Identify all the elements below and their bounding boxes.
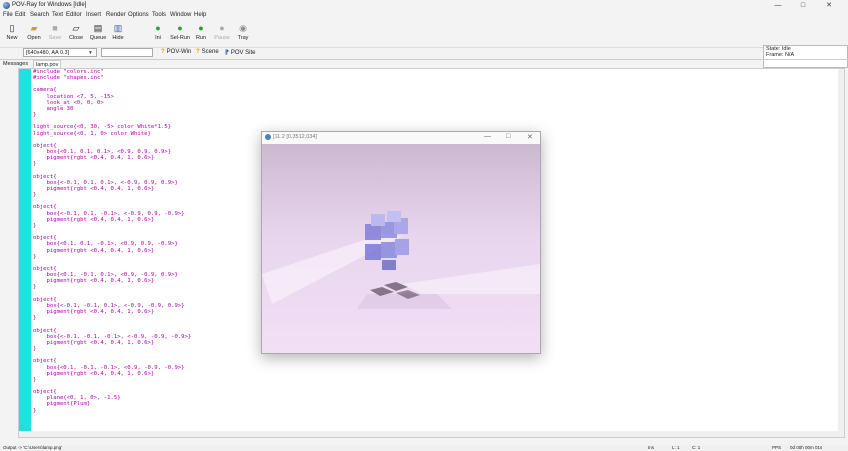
close-file-icon: ▱ bbox=[72, 23, 80, 33]
column-indicator: C: 1 bbox=[692, 445, 701, 450]
open-button[interactable]: ▰ Open bbox=[23, 23, 45, 47]
minimize-button[interactable]: — bbox=[767, 1, 789, 11]
render-preview-window[interactable]: [11.2 [0.3512.034] — □ ✕ bbox=[261, 131, 541, 354]
title-bar: POV-Ray for Windows [Idle] — □ ✕ bbox=[0, 0, 848, 11]
tray-label: Tray bbox=[237, 35, 249, 41]
tray-icon: ◉ bbox=[239, 23, 247, 33]
pov-ray-render-icon bbox=[265, 134, 271, 140]
menu-render[interactable]: Render bbox=[106, 12, 126, 18]
chevron-down-icon: ▼ bbox=[88, 50, 93, 56]
pov-win-link[interactable]: ? POV-Win bbox=[161, 49, 191, 55]
open-label: Open bbox=[27, 35, 41, 41]
new-label: New bbox=[6, 35, 18, 41]
tray-button[interactable]: ◉ Tray bbox=[232, 23, 254, 47]
editor-gutter bbox=[19, 69, 31, 437]
maximize-button[interactable]: □ bbox=[792, 1, 814, 11]
resolution-value: [640x480, AA 0.3] bbox=[26, 50, 70, 56]
line-indicator: L: 1 bbox=[672, 445, 680, 450]
pov-ray-app-icon bbox=[3, 2, 10, 9]
close-file-label: Close bbox=[68, 35, 84, 41]
scene-link[interactable]: ? Scene bbox=[196, 49, 219, 55]
pause-icon: ● bbox=[219, 23, 225, 33]
sel-run-icon: ● bbox=[177, 23, 183, 33]
menu-bar: File Edit Search Text Editor Insert Rend… bbox=[0, 11, 848, 20]
pov-win-label: POV-Win bbox=[166, 49, 192, 55]
window-title: POV-Ray for Windows [Idle] bbox=[12, 2, 87, 8]
pov-site-link[interactable]: ⁋ POV Site bbox=[225, 49, 256, 56]
menu-search[interactable]: Search bbox=[30, 12, 49, 18]
queue-button[interactable]: ▤ Queue bbox=[87, 23, 109, 47]
hide-icon: ▥ bbox=[113, 23, 123, 33]
pov-site-label: POV Site bbox=[230, 50, 256, 56]
open-icon: ▰ bbox=[30, 23, 38, 33]
sel-run-button[interactable]: ● Sel-Run bbox=[169, 23, 191, 47]
close-file-button[interactable]: ▱ Close bbox=[65, 23, 87, 47]
tab-messages[interactable]: Messages bbox=[1, 60, 30, 68]
queue-icon: ▤ bbox=[93, 23, 103, 33]
new-button[interactable]: ▯ New bbox=[1, 23, 23, 47]
run-label: Run bbox=[195, 35, 207, 41]
render-window-title: [11.2 [0.3512.034] bbox=[273, 134, 317, 140]
help-icon: ? bbox=[196, 49, 200, 55]
render-time-text: 0d 00h 00m 01s bbox=[790, 445, 823, 450]
resolution-select[interactable]: [640x480, AA 0.3] ▼ bbox=[23, 48, 97, 57]
run-button[interactable]: ● Run bbox=[190, 23, 212, 47]
menu-tools[interactable]: Tools bbox=[152, 12, 166, 18]
render-close-button[interactable]: ✕ bbox=[527, 133, 533, 141]
pov-ray-main-window: POV-Ray for Windows [Idle] — □ ✕ File Ed… bbox=[0, 0, 848, 451]
save-icon: ■ bbox=[52, 23, 58, 33]
scene-source-code[interactable]: #include "colors.inc" #include "shapes.i… bbox=[33, 69, 191, 414]
status-bar: Output -> 'C:\Users\lamp.png' Ins L: 1 C… bbox=[0, 445, 848, 451]
main-toolbar: ▯ New ▰ Open ■ Save ▱ Close ▤ Queue ▥ Hi… bbox=[0, 21, 848, 68]
editor-tabs: Messages lamp.pov bbox=[0, 60, 848, 69]
secondary-toolbar: [640x480, AA 0.3] ▼ ? POV-Win ? Scene ⁋ POV… bbox=[0, 47, 848, 60]
menu-text[interactable]: Text bbox=[52, 12, 63, 18]
scene-label: Scene bbox=[201, 49, 219, 55]
menu-window[interactable]: Window bbox=[170, 12, 191, 18]
sel-run-label: Sel-Run bbox=[170, 35, 190, 41]
ini-button[interactable]: ● Ini bbox=[147, 23, 169, 47]
render-window-titlebar: [11.2 [0.3512.034] — □ ✕ bbox=[262, 132, 540, 144]
horizontal-scrollbar[interactable] bbox=[19, 431, 844, 437]
queue-label: Queue bbox=[89, 35, 107, 41]
new-icon: ▯ bbox=[9, 23, 15, 33]
close-window-button[interactable]: ✕ bbox=[818, 1, 840, 11]
menu-file[interactable]: File bbox=[3, 12, 13, 18]
ini-label: Ini bbox=[155, 35, 161, 41]
vertical-scrollbar[interactable] bbox=[838, 69, 844, 437]
save-label: Save bbox=[48, 35, 62, 41]
save-button[interactable]: ■ Save bbox=[44, 23, 66, 47]
pause-label: Pause bbox=[214, 35, 230, 41]
help-icon: ? bbox=[161, 49, 165, 55]
menu-options[interactable]: Options bbox=[128, 12, 149, 18]
pov-site-icon: ⁋ bbox=[225, 50, 229, 56]
menu-editor[interactable]: Editor bbox=[66, 12, 82, 18]
pause-button[interactable]: ● Pause bbox=[211, 23, 233, 47]
menu-help[interactable]: Help bbox=[194, 12, 206, 18]
menu-insert[interactable]: Insert bbox=[86, 12, 101, 18]
render-minimize-button[interactable]: — bbox=[484, 133, 491, 140]
pps-indicator: PPS bbox=[772, 445, 782, 450]
render-maximize-button[interactable]: □ bbox=[506, 133, 510, 140]
command-line-input[interactable] bbox=[101, 48, 153, 57]
menu-edit[interactable]: Edit bbox=[15, 12, 25, 18]
run-icon: ● bbox=[198, 23, 204, 33]
hide-label: Hide bbox=[112, 35, 124, 41]
output-path-text: Output -> 'C:\Users\lamp.png' bbox=[3, 445, 63, 450]
hide-button[interactable]: ▥ Hide bbox=[107, 23, 129, 47]
ini-icon: ● bbox=[155, 23, 161, 33]
rendered-scene-image bbox=[262, 144, 540, 353]
insert-mode-text: Ins bbox=[648, 445, 655, 450]
